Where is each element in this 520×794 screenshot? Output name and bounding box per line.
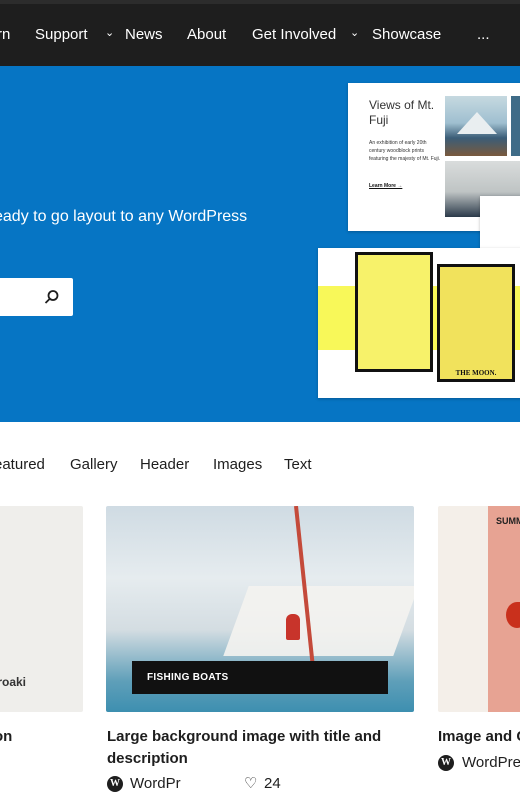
pattern-thumbnail[interactable]: iroaki xyxy=(0,506,83,712)
heart-icon[interactable]: ♡ xyxy=(244,774,257,794)
wordpress-icon xyxy=(438,755,454,771)
nav-item-more[interactable]: ... xyxy=(477,25,490,45)
fuji-description: An exhibition of early 20th century wood… xyxy=(369,140,441,162)
pattern-title[interactable]: on xyxy=(0,726,12,748)
tab-text[interactable]: Text xyxy=(284,455,312,475)
tab-images[interactable]: Images xyxy=(213,455,262,475)
pattern-author[interactable]: WordPre xyxy=(462,753,520,773)
pattern-thumbnail[interactable]: SUMM xyxy=(438,506,520,712)
sail-shape xyxy=(223,586,414,656)
thumbnail-text: iroaki xyxy=(0,675,27,689)
pattern-likes: 24 xyxy=(264,775,281,792)
fuji-title: Views of Mt. Fuji xyxy=(369,98,435,127)
nav-item-learn[interactable]: rn xyxy=(0,25,10,45)
thumbnail-caption: FISHING BOATS xyxy=(132,661,388,694)
nav-item-get-involved[interactable]: Get Involved xyxy=(252,25,336,45)
tarot-card-image xyxy=(355,252,433,372)
top-navigation: rn Support ⌄ News About Get Involved ⌄ S… xyxy=(0,0,520,66)
chevron-down-icon[interactable]: ⌄ xyxy=(105,26,114,39)
nav-item-news[interactable]: News xyxy=(125,25,163,45)
hero-description: eady to go layout to any WordPress . xyxy=(0,204,264,256)
pattern-author[interactable]: WordPr xyxy=(130,774,181,794)
nav-item-about[interactable]: About xyxy=(187,25,226,45)
chevron-down-icon[interactable]: ⌄ xyxy=(350,26,359,39)
nav-top-edge xyxy=(0,0,520,4)
tarot-card-label: THE MOON. xyxy=(455,369,497,377)
tab-header[interactable]: Header xyxy=(140,455,189,475)
tarot-card-image: THE MOON. xyxy=(437,264,515,382)
pattern-title[interactable]: Large background image with title and de… xyxy=(107,726,407,770)
nav-item-support[interactable]: Support xyxy=(35,25,88,45)
tab-gallery[interactable]: Gallery xyxy=(70,455,118,475)
nav-item-showcase[interactable]: Showcase xyxy=(372,25,441,45)
tab-featured[interactable]: eatured xyxy=(0,455,45,475)
thumbnail-image xyxy=(488,506,520,712)
fuji-learn-more-link: Learn More → xyxy=(369,183,403,189)
pattern-title[interactable]: Image and C xyxy=(438,726,520,748)
wordpress-icon xyxy=(107,776,123,792)
thumbnail-text: SUMM xyxy=(496,516,520,526)
hero-description-line2: . xyxy=(0,230,264,256)
search-input[interactable] xyxy=(0,278,73,316)
pattern-preview-tarot: THE MOON. xyxy=(318,248,520,398)
hero-description-line1: eady to go layout to any WordPress xyxy=(0,208,248,225)
pattern-thumbnail[interactable]: FISHING BOATS xyxy=(106,506,414,712)
thumbnail-caption-text: FISHING BOATS xyxy=(147,672,229,683)
fuji-print-image xyxy=(445,96,507,156)
fuji-print-image xyxy=(511,96,520,156)
hero-banner: eady to go layout to any WordPress . Vie… xyxy=(0,66,520,422)
sailor-figure xyxy=(286,614,300,640)
search-icon[interactable] xyxy=(44,289,60,305)
